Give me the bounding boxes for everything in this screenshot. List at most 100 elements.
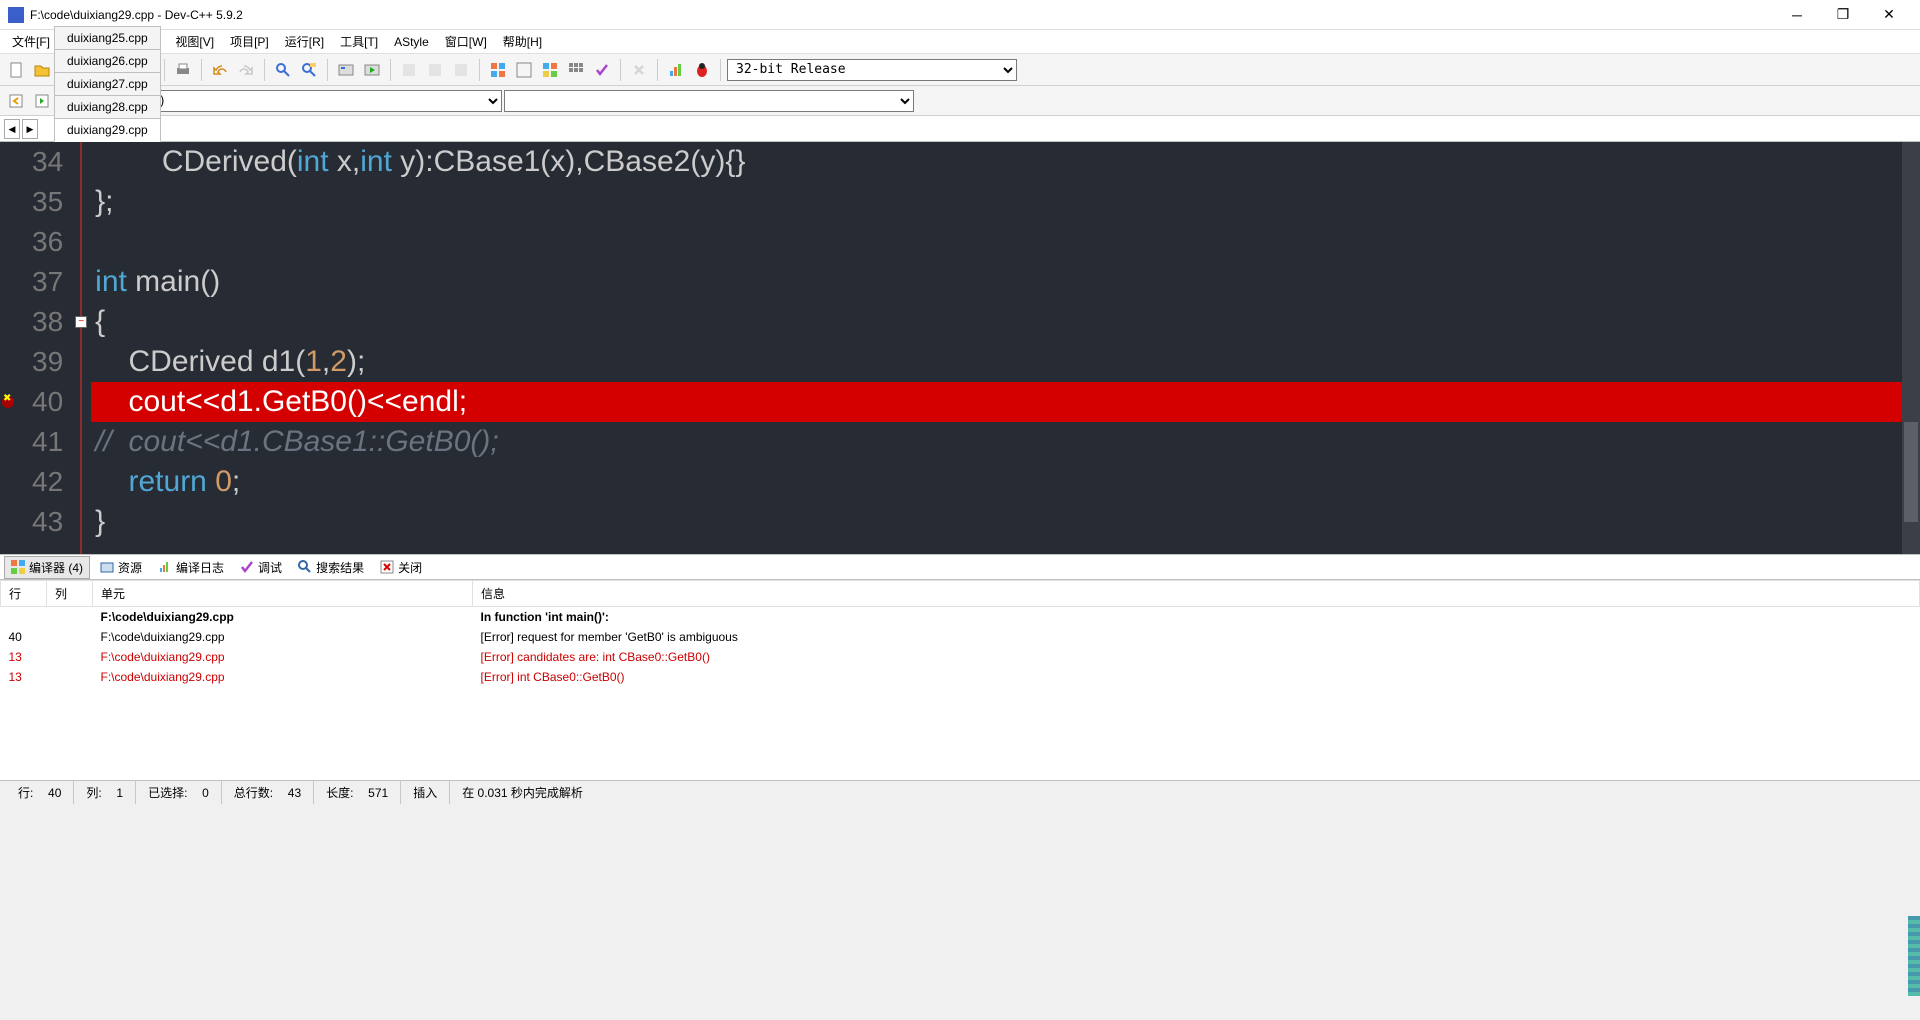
app-icon <box>8 7 24 23</box>
file-tab[interactable]: duixiang26.cpp <box>54 49 161 72</box>
tab-scroll-left[interactable]: ◀ <box>4 119 20 139</box>
build-config-select[interactable]: 32-bit Release <box>727 59 1017 81</box>
fold-gutter[interactable]: − <box>73 142 91 554</box>
find-icon[interactable] <box>271 58 295 82</box>
grid3-icon[interactable] <box>538 58 562 82</box>
print-icon[interactable] <box>171 58 195 82</box>
col-col[interactable]: 列 <box>47 581 93 607</box>
error-row[interactable]: F:\code\duixiang29.cppIn function 'int m… <box>1 607 1920 628</box>
tab-compiler[interactable]: 编译器 (4) <box>4 556 90 579</box>
run-icon[interactable] <box>360 58 384 82</box>
tab-compiler-label: 编译器 (4) <box>29 559 83 576</box>
scrollbar-thumb[interactable] <box>1904 422 1918 522</box>
compiler-icon <box>11 560 25 574</box>
goto-back-icon[interactable] <box>4 89 28 113</box>
status-col: 列: 1 <box>74 781 136 804</box>
grid1-icon[interactable] <box>486 58 510 82</box>
tab-search-results[interactable]: 搜索结果 <box>292 557 370 578</box>
redo-icon[interactable] <box>234 58 258 82</box>
rebuild-icon[interactable] <box>423 58 447 82</box>
code-line[interactable]: return 0; <box>91 462 1920 502</box>
menu-run[interactable]: 运行[R] <box>277 30 332 53</box>
grid4-icon[interactable] <box>564 58 588 82</box>
menu-project[interactable]: 项目[P] <box>222 30 277 53</box>
col-info[interactable]: 信息 <box>473 581 1920 607</box>
right-dock-strip[interactable] <box>1908 916 1920 996</box>
error-row[interactable]: 13F:\code\duixiang29.cpp[Error] candidat… <box>1 647 1920 667</box>
toolbar-separator <box>164 59 165 81</box>
tab-debug[interactable]: 调试 <box>234 557 288 578</box>
code-area[interactable]: CDerived(int x,int y):CBase1(x),CBase2(y… <box>91 142 1920 554</box>
resources-icon <box>100 560 114 574</box>
file-tab[interactable]: duixiang25.cpp <box>54 26 161 49</box>
error-row[interactable]: 40F:\code\duixiang29.cpp[Error] request … <box>1 627 1920 647</box>
close-button[interactable]: ✕ <box>1866 0 1912 30</box>
code-editor[interactable]: 34353637383940414243 − CDerived(int x,in… <box>0 142 1920 554</box>
tab-close[interactable]: 关闭 <box>374 557 428 578</box>
breakpoint-gutter[interactable] <box>0 142 18 554</box>
editor-scrollbar[interactable] <box>1902 142 1920 554</box>
status-insert-mode: 插入 <box>401 781 450 804</box>
bug-icon[interactable] <box>690 58 714 82</box>
col-line[interactable]: 行 <box>1 581 47 607</box>
error-row[interactable]: 13F:\code\duixiang29.cpp[Error] int CBas… <box>1 667 1920 687</box>
code-line[interactable] <box>91 222 1920 262</box>
open-file-icon[interactable] <box>30 58 54 82</box>
grid2-icon[interactable] <box>512 58 536 82</box>
breakpoint-marker[interactable] <box>2 396 14 408</box>
toolbar-separator <box>264 59 265 81</box>
code-line[interactable]: CDerived d1(1,2); <box>91 342 1920 382</box>
new-file-icon[interactable] <box>4 58 28 82</box>
close-panel-icon <box>380 560 394 574</box>
line-number: 40 <box>18 382 73 422</box>
status-bar: 行: 40 列: 1 已选择: 0 总行数: 43 长度: 571 插入 在 0… <box>0 780 1920 804</box>
line-number: 34 <box>18 142 73 182</box>
file-tab-bar: ◀ ▶ duixiang25.cppduixiang26.cppduixiang… <box>0 116 1920 142</box>
replace-icon[interactable] <box>297 58 321 82</box>
compiler-output-table[interactable]: 行 列 单元 信息 F:\code\duixiang29.cppIn funct… <box>0 580 1920 780</box>
toolbar-separator <box>657 59 658 81</box>
menu-help[interactable]: 帮助[H] <box>495 30 550 53</box>
main-toolbar: 32-bit Release <box>0 54 1920 86</box>
undo-icon[interactable] <box>208 58 232 82</box>
code-line[interactable]: // cout<<d1.CBase1::GetB0(); <box>91 422 1920 462</box>
status-total-lines: 总行数: 43 <box>222 781 314 804</box>
menu-tools[interactable]: 工具[T] <box>332 30 386 53</box>
menu-window[interactable]: 窗口[W] <box>437 30 495 53</box>
menu-file[interactable]: 文件[F] <box>4 30 58 53</box>
line-number: 38 <box>18 302 73 342</box>
check-icon[interactable] <box>590 58 614 82</box>
secondary-toolbar: (globals) <box>0 86 1920 116</box>
debug-icon[interactable] <box>449 58 473 82</box>
toolbar-separator <box>201 59 202 81</box>
fold-toggle[interactable]: − <box>75 316 87 328</box>
file-tab[interactable]: duixiang28.cpp <box>54 95 161 118</box>
code-line[interactable]: }; <box>91 182 1920 222</box>
stop-icon[interactable] <box>627 58 651 82</box>
tab-compile-log-label: 编译日志 <box>176 559 224 576</box>
compile-icon[interactable] <box>334 58 358 82</box>
file-tab[interactable]: duixiang29.cpp <box>54 118 161 142</box>
line-number: 42 <box>18 462 73 502</box>
code-line[interactable]: cout<<d1.GetB0()<<endl; <box>91 382 1920 422</box>
goto-fwd-icon[interactable] <box>30 89 54 113</box>
tab-scroll-right[interactable]: ▶ <box>22 119 38 139</box>
compile-run-icon[interactable] <box>397 58 421 82</box>
code-line[interactable]: int main() <box>91 262 1920 302</box>
maximize-button[interactable]: ❐ <box>1820 0 1866 30</box>
profile-icon[interactable] <box>664 58 688 82</box>
code-line[interactable]: { <box>91 302 1920 342</box>
status-line: 行: 40 <box>6 781 74 804</box>
code-line[interactable]: CDerived(int x,int y):CBase1(x),CBase2(y… <box>91 142 1920 182</box>
file-tab[interactable]: duixiang27.cpp <box>54 72 161 95</box>
toolbar-separator <box>479 59 480 81</box>
menu-astyle[interactable]: AStyle <box>386 32 437 52</box>
minimize-button[interactable]: ─ <box>1774 0 1820 30</box>
tab-compile-log[interactable]: 编译日志 <box>152 557 230 578</box>
tab-resources[interactable]: 资源 <box>94 557 148 578</box>
col-unit[interactable]: 单元 <box>93 581 473 607</box>
code-line[interactable]: } <box>91 502 1920 542</box>
tab-debug-label: 调试 <box>258 559 282 576</box>
menu-view[interactable]: 视图[V] <box>167 30 222 53</box>
member-select[interactable] <box>504 90 914 112</box>
